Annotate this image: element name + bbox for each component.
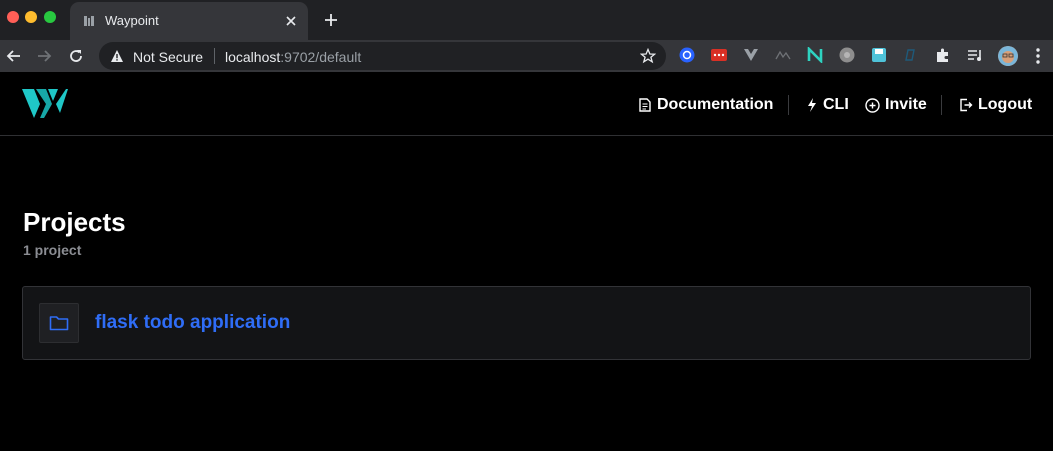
extension-blue-circle-icon[interactable]	[679, 47, 695, 63]
warning-triangle-icon[interactable]	[110, 49, 124, 63]
tab-title: Waypoint	[105, 13, 159, 28]
security-label[interactable]: Not Secure	[133, 49, 203, 65]
tab-close-icon[interactable]	[284, 14, 298, 28]
extension-vue-icon[interactable]	[743, 47, 759, 63]
url-path: :9702/default	[280, 49, 362, 65]
extension-red-dots-icon[interactable]	[711, 47, 727, 63]
logout-icon	[960, 98, 973, 112]
new-tab-plus-icon[interactable]	[322, 11, 340, 29]
nav-invite-label: Invite	[885, 96, 927, 113]
extension-save-icon[interactable]	[871, 47, 887, 63]
back-arrow-icon[interactable]	[5, 47, 23, 65]
lightning-bolt-icon	[808, 98, 816, 112]
project-card[interactable]: flask todo application	[22, 286, 1031, 360]
document-icon	[639, 98, 651, 112]
nav-invite[interactable]: Invite	[865, 96, 927, 114]
media-queue-icon[interactable]	[967, 47, 983, 63]
plus-circle-icon	[865, 97, 880, 113]
window-minimize-button[interactable]	[25, 11, 37, 23]
extension-mountain-icon[interactable]	[775, 47, 791, 63]
project-name-link[interactable]: flask todo application	[95, 312, 290, 334]
window-close-button[interactable]	[7, 11, 19, 23]
browser-tab-bar: Waypoint	[0, 0, 1053, 40]
extension-dark-blue-icon[interactable]	[903, 47, 919, 63]
profile-face-icon	[998, 46, 1018, 66]
reload-icon[interactable]	[67, 47, 85, 65]
nav-cli-label: CLI	[823, 96, 849, 113]
page-title: Projects	[23, 207, 126, 237]
url-host: localhost	[225, 49, 281, 65]
nav-divider	[941, 95, 942, 115]
project-count: 1 project	[23, 242, 82, 258]
browser-menu-dots-icon[interactable]	[1035, 47, 1041, 65]
nav-documentation[interactable]: Documentation	[638, 96, 773, 114]
waypoint-favicon-icon	[84, 16, 94, 26]
extension-gray-circle-icon[interactable]	[839, 47, 855, 63]
url-text[interactable]: localhost:9702/default	[225, 49, 361, 65]
profile-avatar[interactable]	[998, 46, 1018, 66]
extensions-puzzle-icon[interactable]	[935, 47, 951, 63]
waypoint-logo-icon[interactable]	[22, 89, 68, 119]
address-bar[interactable]: Not Secure localhost:9702/default	[99, 42, 666, 70]
project-icon-box	[39, 303, 79, 343]
browser-tab-active[interactable]: Waypoint	[70, 2, 308, 40]
bookmark-star-icon[interactable]	[640, 48, 656, 64]
nav-documentation-label: Documentation	[657, 96, 774, 113]
browser-toolbar: Not Secure localhost:9702/default	[0, 40, 1053, 72]
omnibox-divider	[214, 48, 215, 64]
nav-logout-label: Logout	[978, 96, 1033, 113]
app-header: Documentation CLI Invite Logout	[0, 72, 1053, 136]
folder-icon	[49, 316, 69, 331]
nav-logout[interactable]: Logout	[959, 96, 1032, 114]
nav-divider	[788, 95, 789, 115]
nav-cli[interactable]: CLI	[806, 96, 849, 114]
window-maximize-button[interactable]	[44, 11, 56, 23]
forward-arrow-icon[interactable]	[35, 47, 53, 65]
extension-n-icon[interactable]	[807, 47, 823, 63]
